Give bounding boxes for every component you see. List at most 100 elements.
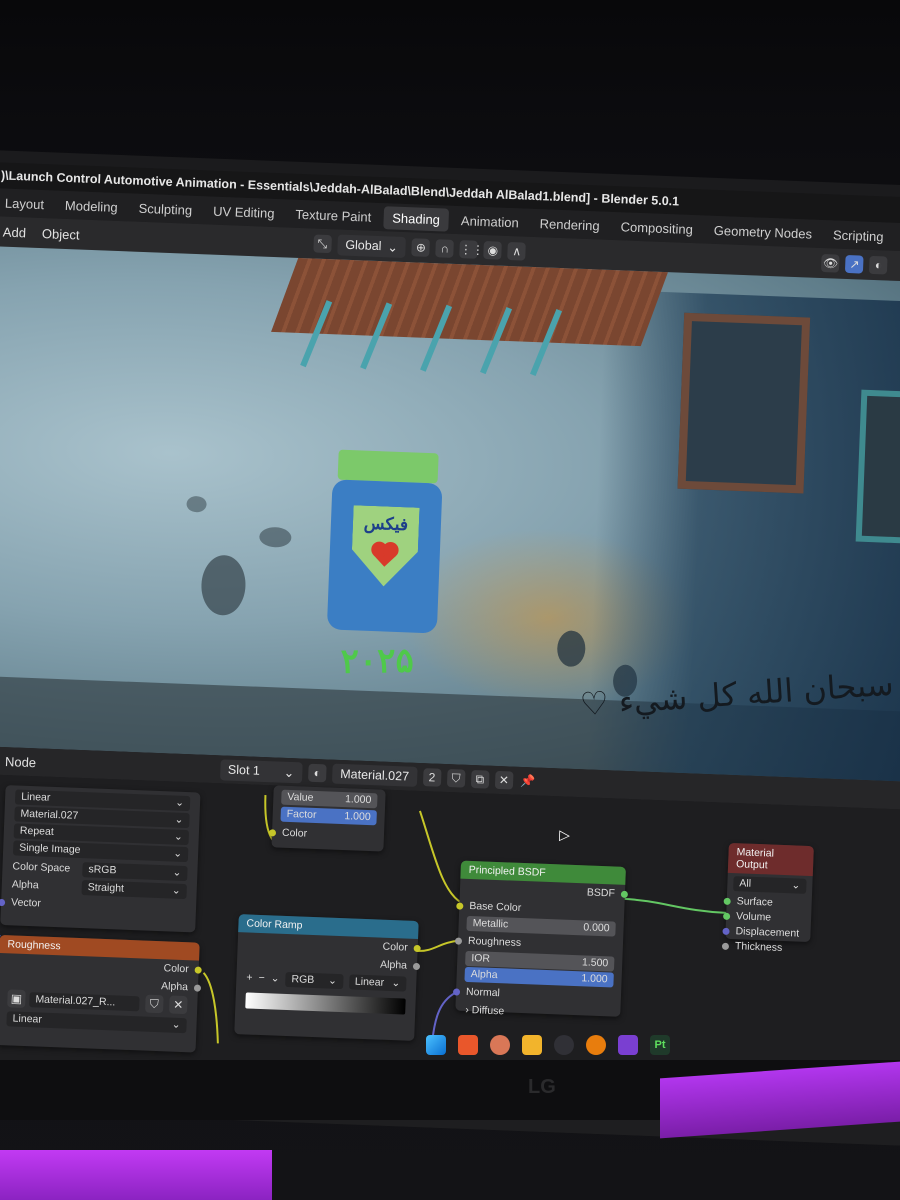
menu-node[interactable]: Node: [0, 753, 44, 770]
color-socket[interactable]: [456, 902, 464, 910]
roughness-interpolation-dropdown[interactable]: Linear ⌄: [6, 1011, 187, 1034]
chevron-down-icon: ⌄: [391, 976, 401, 989]
roughness-texture-node[interactable]: Roughness Color Alpha ▣ Material.027_R..…: [0, 934, 202, 1053]
fake-user-shield-icon[interactable]: ⛉: [145, 994, 164, 1014]
vector-label: Vector: [10, 896, 42, 910]
duplicate-icon[interactable]: ⧉: [470, 769, 490, 789]
file-explorer-icon[interactable]: [522, 1035, 542, 1055]
thickness-socket[interactable]: [721, 942, 730, 950]
chevron-down-icon[interactable]: ⌄: [270, 969, 279, 987]
tab-compositing[interactable]: Compositing: [611, 214, 702, 240]
image-name-field[interactable]: Material.027_R...: [29, 991, 140, 1011]
output-color-label: Color: [382, 940, 408, 954]
output-color-label: Color: [163, 962, 189, 976]
proportional-edit-icon[interactable]: ◉: [483, 241, 503, 260]
tab-uv-editing[interactable]: UV Editing: [204, 199, 284, 225]
material-output-title: Material Output: [727, 842, 814, 877]
transform-pivot-icon[interactable]: ⤡: [313, 234, 332, 254]
chevron-down-icon: ⌄: [171, 884, 181, 897]
image-name: Material.027_R...: [35, 992, 116, 1008]
base-color-label: Base Color: [469, 899, 522, 914]
menu-add[interactable]: Add: [0, 224, 34, 240]
pivot-point-icon[interactable]: ⊕: [411, 238, 431, 257]
chevron-down-icon: ⌄: [174, 813, 184, 826]
graffiti-number: ۲۰۲۵: [340, 641, 414, 681]
value-field[interactable]: Value 1.000: [281, 789, 378, 809]
tab-texture-paint[interactable]: Texture Paint: [286, 202, 381, 229]
gizmo-toggle-icon[interactable]: ↗: [845, 254, 864, 274]
mouse-cursor-icon: ▷: [558, 826, 571, 843]
teal-window: [855, 389, 900, 546]
color-socket[interactable]: [268, 829, 277, 837]
transform-orientation-dropdown[interactable]: Global ⌄: [336, 233, 407, 258]
tab-modeling[interactable]: Modeling: [56, 193, 128, 219]
add-stop-button[interactable]: +: [246, 968, 253, 986]
remove-stop-button[interactable]: −: [258, 969, 265, 987]
user-count[interactable]: 2: [422, 768, 442, 787]
principled-bsdf-node[interactable]: Principled BSDF BSDF Base Color Metallic…: [452, 860, 629, 1017]
output-target-dropdown[interactable]: All ⌄: [733, 876, 807, 894]
volume-label: Volume: [735, 910, 772, 924]
chevron-down-icon: ⌄: [387, 239, 399, 255]
ramp-interp-value: Linear: [354, 975, 385, 989]
normal-label: Normal: [465, 985, 501, 1000]
material-output-node[interactable]: Material Output All ⌄ Surface Volume Disp…: [721, 842, 814, 954]
chevron-down-icon: ⌄: [171, 1018, 181, 1031]
image-texture-node[interactable]: Linear ⌄ Material.027 ⌄ Repeat ⌄ Single Ima…: [0, 785, 201, 933]
visibility-eye-icon[interactable]: 👁: [821, 254, 840, 273]
jar-lid: [337, 449, 439, 484]
tab-layout[interactable]: Layout: [0, 191, 53, 216]
pt-icon[interactable]: Pt: [650, 1035, 670, 1055]
normal-socket[interactable]: [452, 988, 461, 996]
vector-socket[interactable]: [0, 898, 6, 907]
ramp-interp-dropdown[interactable]: Linear ⌄: [348, 973, 407, 992]
interpolation-value: Linear: [20, 790, 51, 804]
brave-icon[interactable]: [458, 1035, 478, 1055]
snap-magnet-icon[interactable]: ∩: [435, 239, 455, 258]
factor-field[interactable]: Factor 1.000: [280, 806, 377, 826]
3d-viewport[interactable]: فيكس ۲۰۲۵ ♡ سبحان الله كل شيء: [0, 245, 900, 783]
close-icon[interactable]: ✕: [494, 770, 514, 790]
claude-icon[interactable]: [490, 1035, 510, 1055]
tab-scripting[interactable]: Scripting: [824, 223, 893, 249]
fake-user-shield-icon[interactable]: ⛉: [446, 769, 466, 788]
tab-geometry-nodes[interactable]: Geometry Nodes: [704, 218, 821, 245]
mix-node[interactable]: Value 1.000 Factor 1.000 Color: [268, 785, 386, 852]
slot-dropdown[interactable]: Slot 1 ⌄: [219, 758, 303, 783]
volume-socket[interactable]: [722, 912, 731, 920]
chevron-down-icon: ⌄: [173, 847, 183, 860]
material-name: Material.027: [340, 766, 410, 784]
snap-grid-icon[interactable]: ⋮⋮: [459, 240, 484, 259]
image-browse-icon[interactable]: ▣: [7, 989, 26, 1008]
output-alpha-label: Alpha: [379, 958, 408, 972]
material-name-field[interactable]: Material.027: [331, 763, 418, 787]
displacement-socket[interactable]: [722, 927, 730, 935]
roughness-interpolation-value: Linear: [12, 1012, 43, 1026]
material-browse-icon[interactable]: ◐: [307, 763, 327, 783]
tab-sculpting[interactable]: Sculpting: [129, 196, 201, 222]
affinity-icon[interactable]: [618, 1035, 638, 1055]
ior-value: 1.500: [581, 956, 609, 970]
value-number: 1.000: [344, 793, 372, 807]
windows-start-icon[interactable]: [426, 1035, 446, 1055]
viewport-shading-icon[interactable]: ◐: [869, 255, 888, 275]
tab-rendering[interactable]: Rendering: [530, 211, 609, 237]
menu-object[interactable]: Object: [34, 225, 88, 242]
color-ramp-node[interactable]: Color Ramp Color Alpha + − ⌄ RGB ⌄ Linear…: [234, 914, 421, 1041]
vaseline-jar-sticker: فيكس: [326, 449, 444, 634]
gradient-bar[interactable]: [245, 992, 406, 1015]
color-mode-dropdown[interactable]: RGB ⌄: [285, 971, 344, 989]
chevron-down-icon: ⌄: [175, 796, 185, 809]
tab-animation[interactable]: Animation: [452, 208, 529, 234]
roughness-socket[interactable]: [454, 937, 463, 945]
tab-shading[interactable]: Shading: [382, 205, 450, 232]
falloff-curve-icon[interactable]: ∧: [507, 241, 527, 261]
led-light-left: [0, 1150, 272, 1200]
slot-label: Slot 1: [227, 762, 261, 778]
obs-icon[interactable]: [554, 1035, 574, 1055]
close-icon[interactable]: ✕: [168, 995, 188, 1015]
surface-socket[interactable]: [723, 897, 731, 905]
pin-icon[interactable]: 📌: [519, 772, 538, 791]
chevron-down-icon: ⌄: [791, 879, 801, 892]
blender-icon[interactable]: [586, 1035, 606, 1055]
